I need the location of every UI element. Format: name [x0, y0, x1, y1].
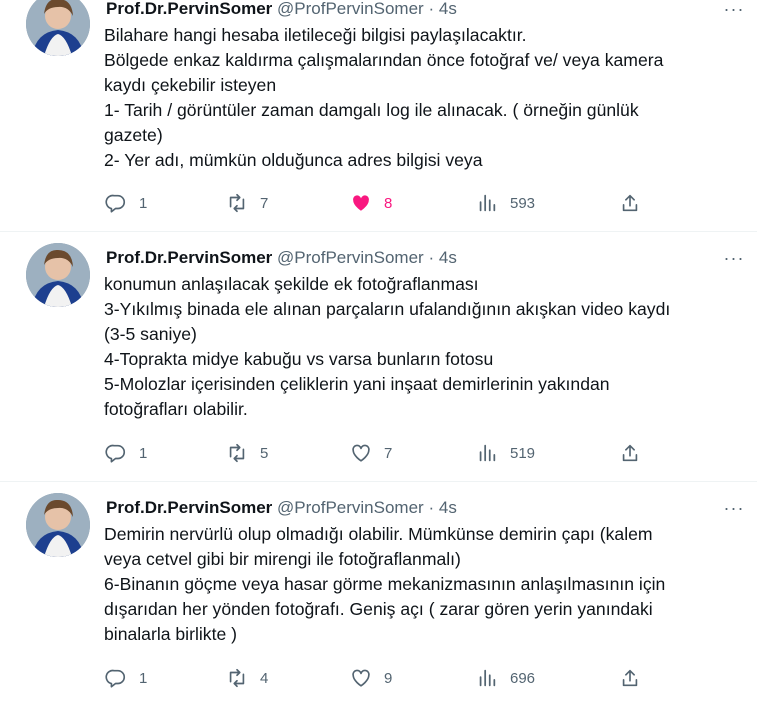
timestamp[interactable]: 4s	[439, 248, 457, 267]
like-icon	[352, 444, 370, 462]
tweet-text-line: 4-Toprakta midye kabuğu vs varsa bunları…	[104, 349, 494, 369]
reply-count: 1	[139, 194, 148, 212]
tweet-text-line: binalarla birlikte )	[104, 624, 237, 644]
timestamp[interactable]: 4s	[439, 0, 457, 18]
author-name[interactable]: Prof.Dr.PervinSomer	[106, 498, 272, 517]
avatar[interactable]	[26, 243, 90, 307]
tweet-header: Prof.Dr.PervinSomer @ProfPervinSomer · 4…	[106, 0, 457, 19]
tweet-text-line: fotoğrafları olabilir.	[104, 399, 248, 419]
tweet-text-line: Bilahare hangi hesaba iletileceği bilgis…	[104, 25, 527, 45]
tweet-text-line: konumun anlaşılacak şekilde ek fotoğrafl…	[104, 274, 479, 294]
like-icon	[353, 195, 369, 211]
author-handle[interactable]: @ProfPervinSomer	[277, 498, 424, 517]
views-count: 593	[510, 194, 536, 212]
tweet-3[interactable]: Prof.Dr.PervinSomer @ProfPervinSomer · 4…	[0, 482, 757, 710]
avatar[interactable]	[26, 493, 90, 557]
separator-dot: ·	[428, 0, 435, 18]
author-name[interactable]: Prof.Dr.PervinSomer	[106, 0, 272, 18]
tweet-text-line: kaydı çekebilir isteyen	[104, 75, 277, 95]
retweet-button[interactable]: 4	[226, 663, 268, 693]
share-icon	[622, 669, 638, 687]
reply-count: 1	[139, 669, 148, 687]
reply-button[interactable]: 1	[105, 188, 147, 218]
views-icon	[479, 444, 496, 462]
author-handle[interactable]: @ProfPervinSomer	[277, 0, 424, 18]
retweet-icon	[229, 193, 245, 213]
views-count: 696	[510, 669, 536, 687]
tweet-text-line: 5-Molozlar içerisinden çeliklerin yani i…	[104, 374, 610, 394]
more-icon[interactable]: ···	[722, 248, 746, 268]
retweet-button[interactable]: 7	[226, 188, 268, 218]
like-button[interactable]: 8	[350, 188, 392, 218]
tweet-text-line: dışarıdan her yönden fotoğrafı. Geniş aç…	[104, 599, 653, 619]
share-button[interactable]	[619, 663, 641, 693]
tweet-header: Prof.Dr.PervinSomer @ProfPervinSomer · 4…	[106, 248, 457, 268]
share-button[interactable]	[619, 438, 641, 468]
retweet-icon	[229, 668, 245, 688]
retweet-button[interactable]: 5	[226, 438, 268, 468]
views-icon	[479, 194, 496, 212]
separator-dot: ·	[428, 248, 435, 267]
views-button[interactable]: 519	[476, 438, 535, 468]
tweet-text: konumun anlaşılacak şekilde ek fotoğrafl…	[104, 272, 744, 422]
share-icon	[622, 444, 638, 462]
tweet-actions: 1 4 9 696	[0, 663, 757, 693]
like-button[interactable]: 7	[350, 438, 392, 468]
author-handle[interactable]: @ProfPervinSomer	[277, 248, 424, 267]
timestamp[interactable]: 4s	[439, 498, 457, 517]
like-count: 7	[384, 444, 393, 462]
reply-button[interactable]: 1	[105, 438, 147, 468]
like-button[interactable]: 9	[350, 663, 392, 693]
tweet-text-line: 1- Tarih / görüntüler zaman damgalı log …	[104, 100, 639, 120]
author-name[interactable]: Prof.Dr.PervinSomer	[106, 248, 272, 267]
retweet-icon	[229, 443, 245, 463]
more-icon[interactable]: ···	[722, 0, 746, 19]
reply-button[interactable]: 1	[105, 663, 147, 693]
share-icon	[622, 194, 638, 212]
tweet-text: Demirin nervürlü olup olmadığı olabilir.…	[104, 522, 744, 647]
avatar[interactable]	[26, 0, 90, 56]
separator-dot: ·	[428, 498, 435, 517]
tweet-2[interactable]: Prof.Dr.PervinSomer @ProfPervinSomer · 4…	[0, 232, 757, 482]
tweet-text-line: veya cetvel gibi bir mirengi ile fotoğra…	[104, 549, 461, 569]
tweet-text-line: (3-5 saniye)	[104, 324, 197, 344]
share-button[interactable]	[619, 188, 641, 218]
tweet-text-line: Bölgede enkaz kaldırma çalışmalarından ö…	[104, 50, 664, 70]
reply-icon	[105, 194, 126, 213]
views-count: 519	[510, 444, 536, 462]
tweet-text-line: Demirin nervürlü olup olmadığı olabilir.…	[104, 524, 653, 544]
tweet-actions: 1 7 8 593	[0, 188, 757, 218]
like-count: 9	[384, 669, 393, 687]
like-count: 8	[384, 194, 393, 212]
reply-icon	[105, 444, 126, 463]
tweet-text-line: 6-Binanın göçme veya hasar görme mekaniz…	[104, 574, 666, 594]
tweet-text: Bilahare hangi hesaba iletileceği bilgis…	[104, 23, 744, 173]
retweet-count: 5	[260, 444, 269, 462]
tweet-text-line: 3-Yıkılmış binada ele alınan parçaların …	[104, 299, 671, 319]
tweet-text-line: 2- Yer adı, mümkün olduğunca adres bilgi…	[104, 150, 483, 170]
retweet-count: 4	[260, 669, 269, 687]
views-icon	[479, 669, 496, 687]
retweet-count: 7	[260, 194, 269, 212]
tweet-text-line: gazete)	[104, 125, 163, 145]
tweet-header: Prof.Dr.PervinSomer @ProfPervinSomer · 4…	[106, 498, 457, 518]
tweet-actions: 1 5 7 519	[0, 438, 757, 468]
views-button[interactable]: 593	[476, 188, 535, 218]
views-button[interactable]: 696	[476, 663, 535, 693]
tweet-1[interactable]: Prof.Dr.PervinSomer @ProfPervinSomer · 4…	[0, 0, 757, 232]
reply-count: 1	[139, 444, 148, 462]
like-icon	[352, 669, 370, 687]
reply-icon	[105, 669, 126, 688]
more-icon[interactable]: ···	[722, 498, 746, 518]
